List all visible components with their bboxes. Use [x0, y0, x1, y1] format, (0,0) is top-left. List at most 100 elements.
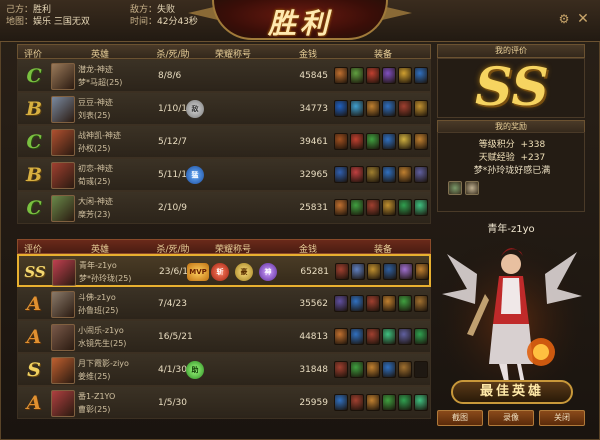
equipment-slot[interactable] — [351, 263, 365, 280]
equipment-slot[interactable] — [334, 394, 348, 411]
hero-avatar[interactable] — [51, 195, 75, 222]
hero-avatar[interactable] — [51, 129, 75, 156]
equipment-slot[interactable] — [350, 328, 364, 345]
equipment-slot[interactable] — [382, 394, 396, 411]
equipment-slot[interactable] — [382, 295, 396, 312]
honor-mvp-icon[interactable]: MVP — [187, 263, 209, 281]
honor-purple-icon[interactable]: 神 — [259, 263, 277, 281]
equipment-slot[interactable] — [350, 133, 364, 150]
equipment-slot[interactable] — [414, 394, 428, 411]
equipment-slot[interactable] — [382, 166, 396, 183]
equipment-slot[interactable] — [350, 199, 364, 216]
screenshot-button[interactable]: 截图 — [437, 410, 483, 426]
equipment-slot[interactable] — [334, 100, 348, 117]
hero-avatar[interactable] — [51, 357, 75, 384]
equipment-slot[interactable] — [383, 263, 397, 280]
hero-avatar[interactable] — [51, 63, 75, 90]
equipment-slot[interactable] — [382, 328, 396, 345]
hero-avatar[interactable] — [51, 390, 75, 417]
reward-item-icon[interactable] — [448, 181, 462, 195]
equipment-slot[interactable] — [382, 100, 396, 117]
equipment-slot[interactable] — [335, 263, 349, 280]
equipment-slot[interactable] — [382, 361, 396, 378]
equipment-slot[interactable] — [382, 67, 396, 84]
hero-avatar[interactable] — [52, 259, 76, 286]
equipment-slot[interactable] — [414, 100, 428, 117]
equipment-slot[interactable] — [382, 199, 396, 216]
honor-gold-icon[interactable]: 豪 — [235, 263, 253, 281]
reward-item-icon[interactable] — [465, 181, 479, 195]
equipment-slot[interactable] — [414, 166, 428, 183]
hero-name: 战神凯-神迹 — [78, 131, 121, 140]
equipment-slot[interactable] — [334, 199, 348, 216]
equipment-slot[interactable] — [367, 263, 381, 280]
equipment-slot[interactable] — [398, 295, 412, 312]
player-row[interactable]: C 战神凯-神迹 孙权(25) 5/12/7 39461 — [17, 125, 431, 158]
player-row[interactable]: A 斗佛-z1yo 孙鲁班(25) 7/4/23 35562 — [17, 287, 431, 320]
honor-red-icon[interactable]: 斩 — [211, 263, 229, 281]
hero-name: 番1-Z1YO — [78, 392, 116, 401]
equipment-slot[interactable] — [414, 67, 428, 84]
equipment-slot[interactable] — [366, 328, 380, 345]
grade-badge: S — [27, 359, 41, 381]
honor-grey-icon[interactable]: 敌 — [186, 100, 204, 118]
player-row[interactable]: S 月下霞影-ziyo 姜维(25) 4/1/30 助 31848 — [17, 353, 431, 386]
equipment-slot[interactable] — [366, 166, 380, 183]
record-button[interactable]: 录像 — [488, 410, 534, 426]
equipment-slot[interactable] — [350, 67, 364, 84]
equipment-slot[interactable] — [350, 166, 364, 183]
honor-green-icon[interactable]: 助 — [186, 361, 204, 379]
equipment-slot[interactable] — [398, 100, 412, 117]
equipment-slot[interactable] — [334, 328, 348, 345]
equipment-slot[interactable] — [334, 295, 348, 312]
equipment-slot[interactable] — [398, 199, 412, 216]
settings-icon[interactable]: ⚙ — [557, 12, 571, 26]
equipment-slot[interactable] — [382, 133, 396, 150]
equipment-slot[interactable] — [366, 67, 380, 84]
equipment-slot[interactable] — [334, 133, 348, 150]
player-row-self[interactable]: SS 青年-z1yo 梦*孙玲珑(25) 23/6/10 MVP 斩豪神 65281 — [17, 254, 431, 287]
close-icon[interactable]: ✕ — [576, 12, 590, 26]
equipment-slot[interactable] — [366, 199, 380, 216]
equipment-slot[interactable] — [414, 328, 428, 345]
player-row[interactable]: B 豆豆-神迹 刘表(25) 1/10/14 敌 34773 — [17, 92, 431, 125]
honor-blue-icon[interactable]: 猛 — [186, 166, 204, 184]
equipment-slot[interactable] — [398, 67, 412, 84]
hero-avatar[interactable] — [51, 291, 75, 318]
player-row[interactable]: C 潜龙-神迹 梦*马超(25) 8/8/6 45845 — [17, 59, 431, 92]
equipment-slot[interactable] — [350, 100, 364, 117]
equipment-slot[interactable] — [398, 328, 412, 345]
equipment-slot[interactable] — [350, 394, 364, 411]
equipment-slot[interactable] — [350, 295, 364, 312]
player-row[interactable]: A 番1-Z1YO 曹彰(25) 1/5/30 25959 — [17, 386, 431, 419]
equipment-slot[interactable] — [366, 361, 380, 378]
equipment-slot[interactable] — [398, 361, 412, 378]
equipment-slot[interactable] — [366, 133, 380, 150]
equipment-slot[interactable] — [399, 263, 413, 280]
equipment-slot[interactable] — [350, 361, 364, 378]
player-row[interactable]: A 小闹乐-z1yo 水镜先生(25) 16/5/21 44813 — [17, 320, 431, 353]
gold-value: 39461 — [299, 137, 328, 147]
equipment-slot[interactable] — [414, 133, 428, 150]
equipment-slot[interactable] — [414, 295, 428, 312]
equipment-slot[interactable] — [366, 100, 380, 117]
equipment-slot[interactable] — [414, 361, 428, 378]
hero-avatar[interactable] — [51, 162, 75, 189]
grade-badge: B — [25, 164, 43, 186]
kda-value: 5/12/7 — [158, 137, 187, 147]
equipment-slot[interactable] — [414, 199, 428, 216]
equipment-slot[interactable] — [366, 394, 380, 411]
hero-avatar[interactable] — [51, 324, 75, 351]
player-row[interactable]: C 大闲-神迹 糜芳(23) 2/10/9 25831 — [17, 191, 431, 224]
equipment-slot[interactable] — [334, 361, 348, 378]
equipment-slot[interactable] — [366, 295, 380, 312]
equipment-slot[interactable] — [398, 166, 412, 183]
player-row[interactable]: B 初恋-神迹 荀彧(25) 5/11/12 猛 32965 — [17, 158, 431, 191]
equipment-slot[interactable] — [398, 133, 412, 150]
equipment-slot[interactable] — [415, 263, 429, 280]
equipment-slot[interactable] — [334, 67, 348, 84]
equipment-slot[interactable] — [398, 394, 412, 411]
close-button[interactable]: 关闭 — [539, 410, 585, 426]
equipment-slot[interactable] — [334, 166, 348, 183]
hero-avatar[interactable] — [51, 96, 75, 123]
